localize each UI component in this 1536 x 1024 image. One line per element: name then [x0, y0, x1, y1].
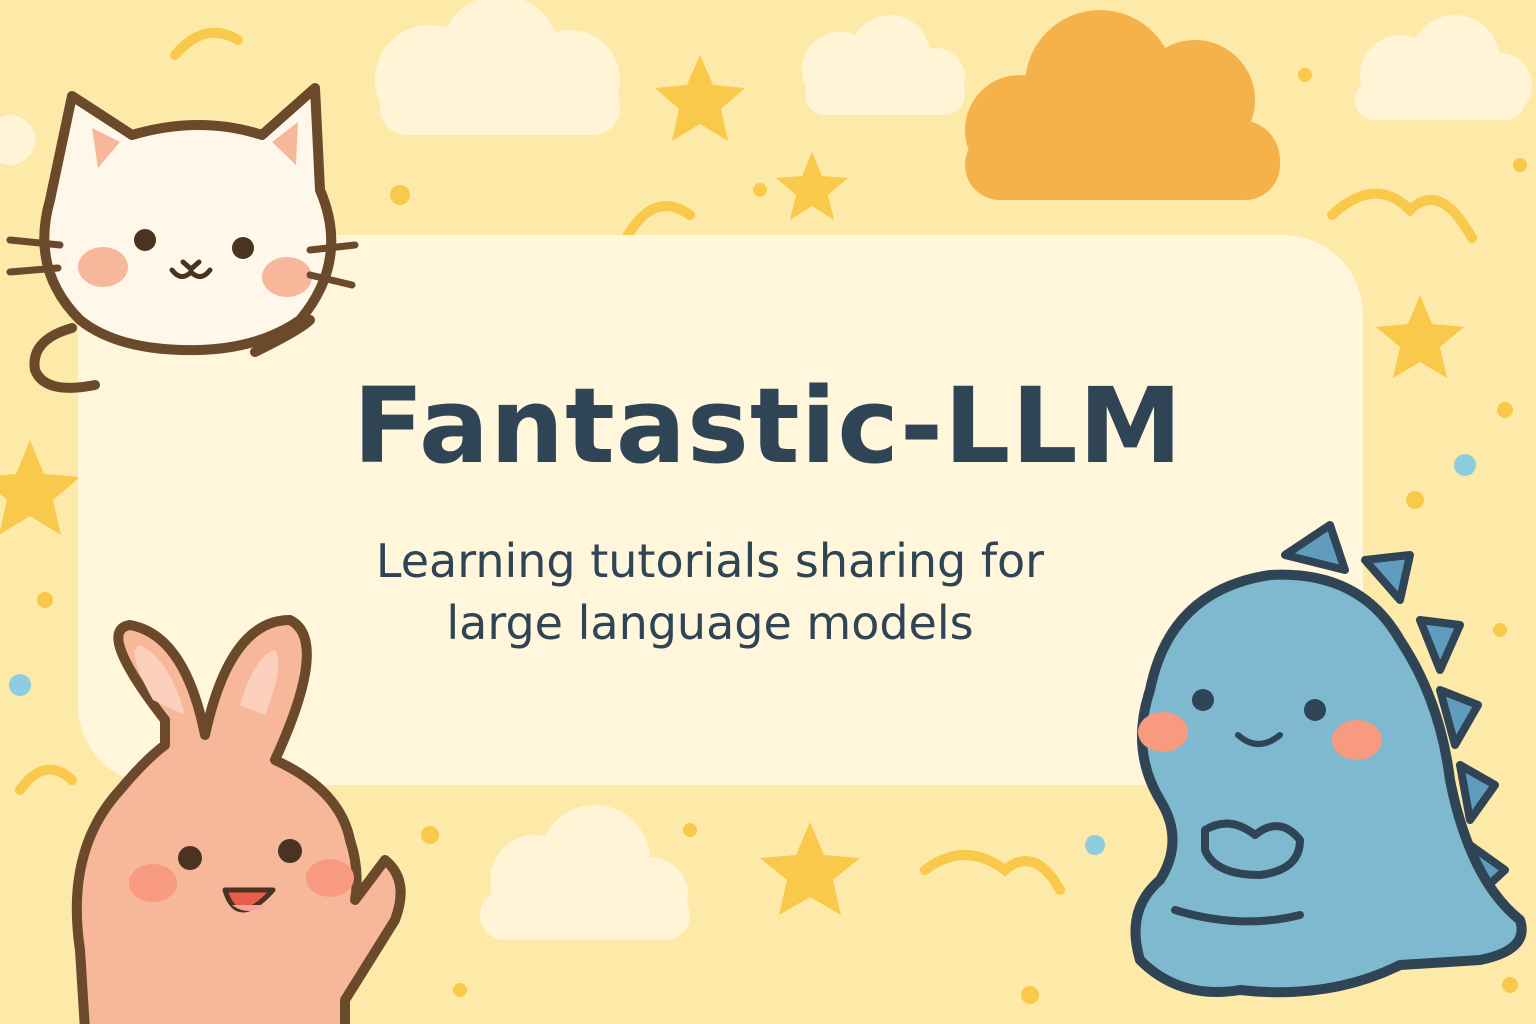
- subtitle-line-2: large language models: [446, 596, 974, 650]
- banner: Fantastic-LLM Learning tutorials sharing…: [0, 0, 1536, 1024]
- page-title: Fantastic-LLM: [352, 365, 1184, 487]
- subtitle: Learning tutorials sharing for large lan…: [0, 530, 1420, 654]
- subtitle-line-1: Learning tutorials sharing for: [375, 534, 1045, 588]
- banner-illustration: [0, 0, 1536, 1024]
